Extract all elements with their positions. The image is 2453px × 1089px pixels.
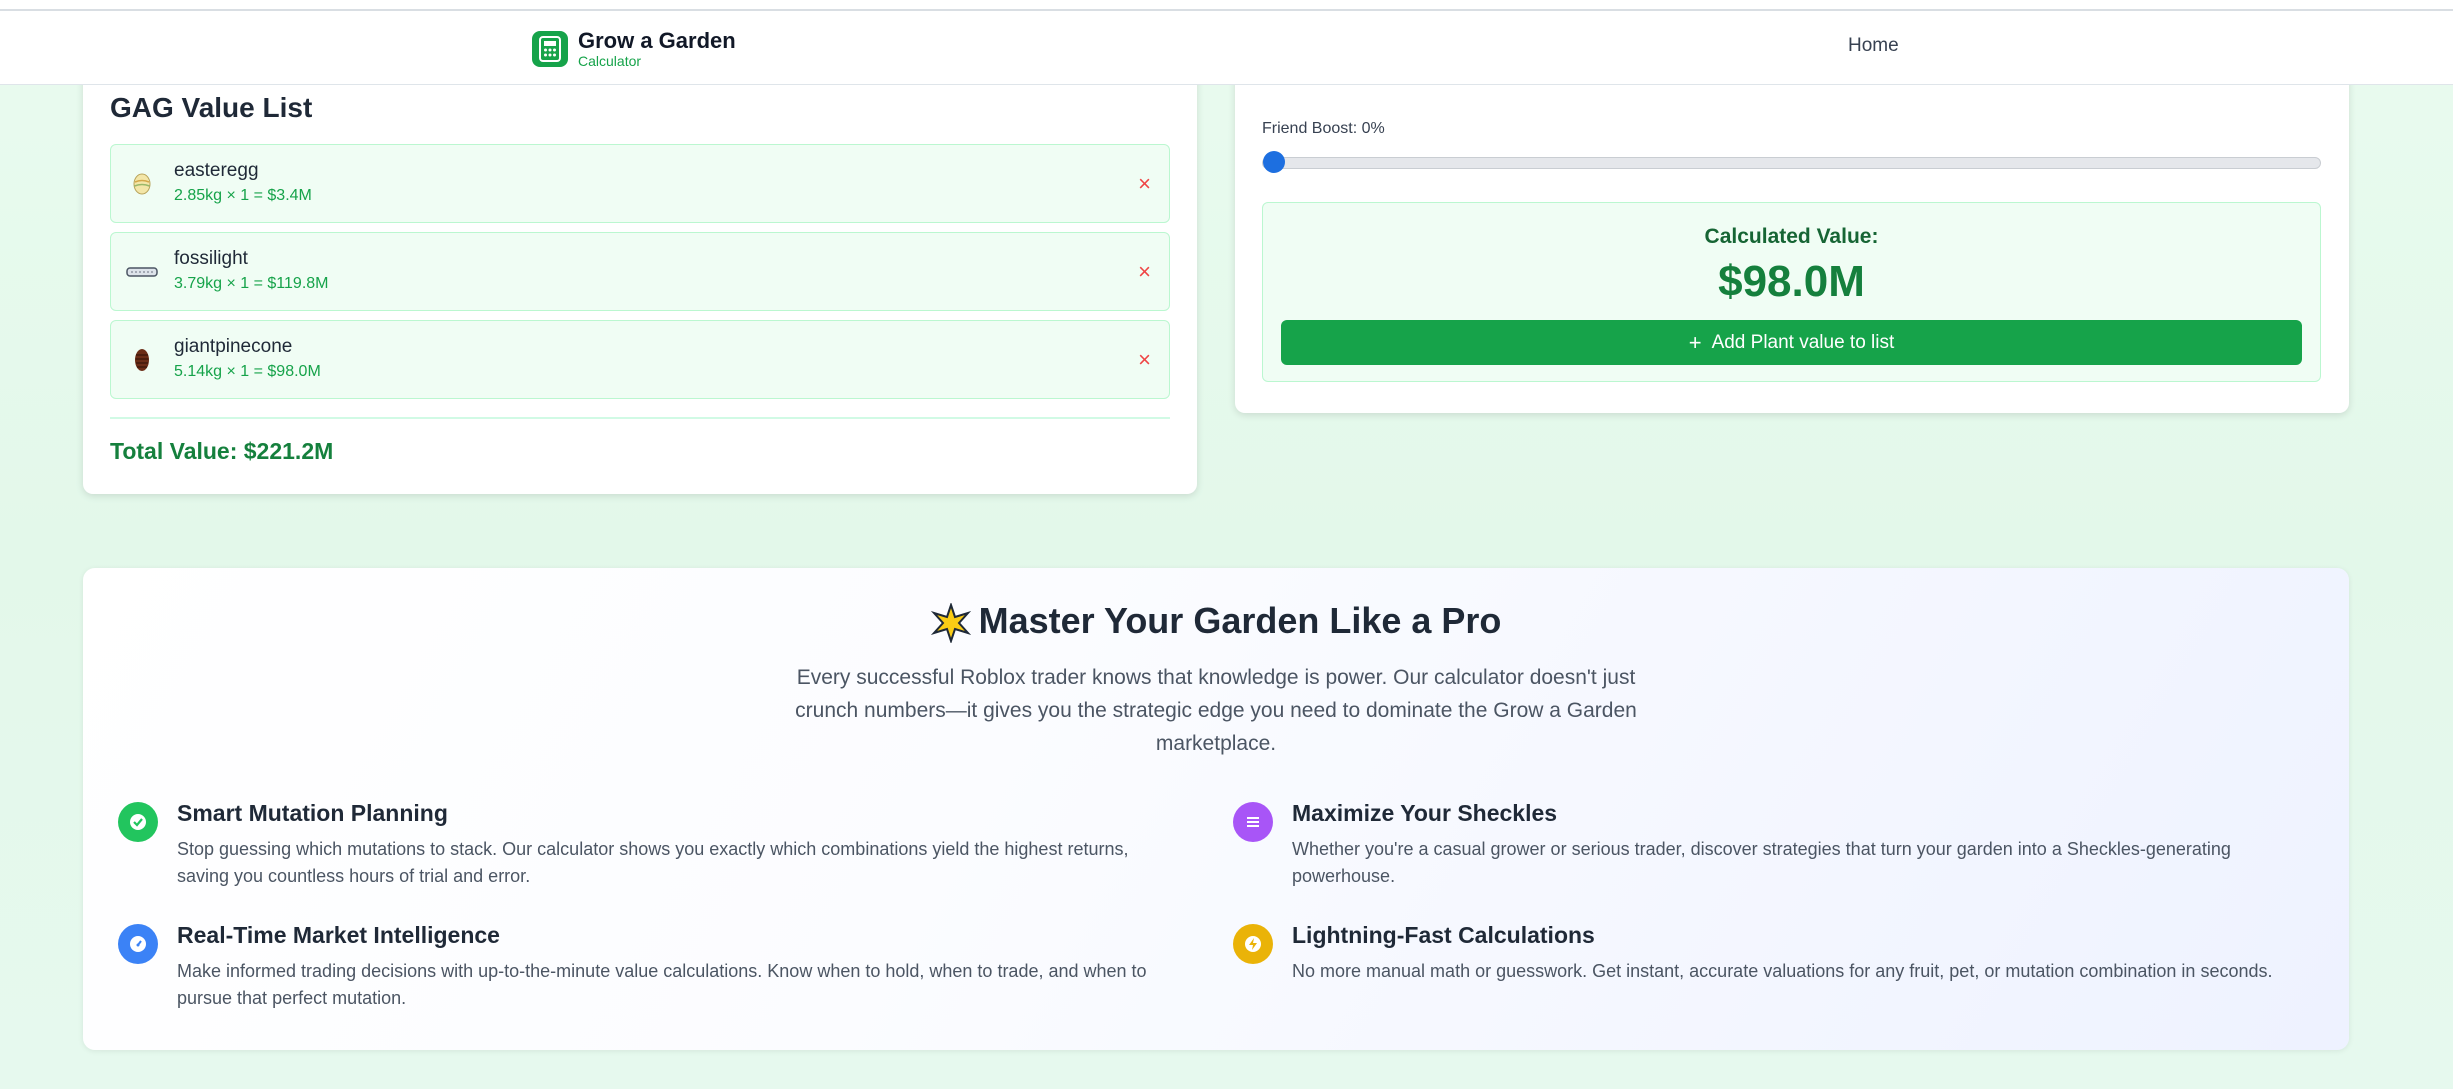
calculated-value-panel: Calculated Value: $98.0M + Add Plant val… — [1262, 202, 2321, 382]
friend-boost-label: Friend Boost: 0% — [1262, 120, 1385, 137]
list-item: fossilight 3.79kg × 1 = $119.8M × — [110, 232, 1170, 311]
feature-text: Make informed trading decisions with up-… — [177, 961, 1147, 1008]
list-item: easteregg 2.85kg × 1 = $3.4M × — [110, 144, 1170, 223]
friend-boost-slider[interactable] — [1262, 157, 2321, 169]
brand-title: Grow a Garden — [578, 28, 736, 53]
features-section: Master Your Garden Like a Pro Every succ… — [83, 568, 2349, 1050]
features-title: Master Your Garden Like a Pro — [978, 600, 1502, 641]
calculated-value-label: Calculated Value: — [1704, 225, 1879, 248]
item-name: easteregg — [174, 160, 259, 181]
browser-top-edge — [0, 0, 2453, 11]
calculator-card: Friend Boost: 0% Calculated Value: $98.0… — [1235, 40, 2349, 413]
item-name: giantpinecone — [174, 336, 293, 357]
list-item: giantpinecone 5.14kg × 1 = $98.0M × — [110, 320, 1170, 399]
feature-title: Lightning-Fast Calculations — [1292, 922, 1595, 948]
feature-text: Whether you're a casual grower or seriou… — [1292, 839, 2231, 886]
value-list-title: GAG Value List — [110, 92, 313, 123]
features-description: Every successful Roblox trader knows tha… — [795, 666, 1637, 755]
feature-text: Stop guessing which mutations to stack. … — [177, 839, 1129, 886]
calculated-value: $98.0M — [1718, 257, 1865, 306]
lightning-icon — [1233, 924, 1273, 964]
item-calculation: 5.14kg × 1 = $98.0M — [174, 363, 321, 380]
remove-item-button[interactable]: × — [1138, 347, 1151, 373]
add-plant-value-button[interactable]: + Add Plant value to list — [1281, 320, 2302, 365]
sparkle-star-icon — [930, 603, 971, 644]
gauge-icon — [118, 924, 158, 964]
plus-icon: + — [1688, 329, 1702, 355]
remove-item-button[interactable]: × — [1138, 171, 1151, 197]
item-name: fossilight — [174, 248, 248, 269]
pinecone-icon — [135, 349, 149, 371]
feature-title: Real-Time Market Intelligence — [177, 922, 500, 948]
brand-logo-link[interactable]: Grow a Garden Calculator — [532, 29, 736, 69]
item-calculation: 3.79kg × 1 = $119.8M — [174, 275, 329, 292]
nav-link-home[interactable]: Home — [1848, 35, 1899, 57]
item-calculation: 2.85kg × 1 = $3.4M — [174, 187, 312, 204]
fossil-light-icon — [126, 267, 158, 277]
easter-egg-icon — [133, 173, 151, 195]
total-value: Total Value: $221.2M — [110, 438, 334, 464]
brand-subtitle: Calculator — [578, 53, 642, 69]
remove-item-button[interactable]: × — [1138, 259, 1151, 285]
divider — [110, 417, 1170, 419]
calculator-icon — [532, 31, 568, 67]
value-list-card: GAG Value List easteregg 2.85kg × 1 = $3… — [83, 40, 1197, 494]
feature-title: Smart Mutation Planning — [177, 800, 448, 826]
feature-text: No more manual math or guesswork. Get in… — [1292, 961, 2273, 981]
feature-title: Maximize Your Sheckles — [1292, 800, 1558, 826]
friend-boost-slider-handle[interactable] — [1263, 151, 1285, 173]
check-circle-icon — [118, 802, 158, 842]
list-icon — [1233, 802, 1273, 842]
navbar: Grow a Garden Calculator Home — [0, 11, 2453, 85]
add-plant-value-label: Add Plant value to list — [1711, 331, 1895, 353]
features-heading: Master Your Garden Like a Pro — [83, 600, 2349, 644]
